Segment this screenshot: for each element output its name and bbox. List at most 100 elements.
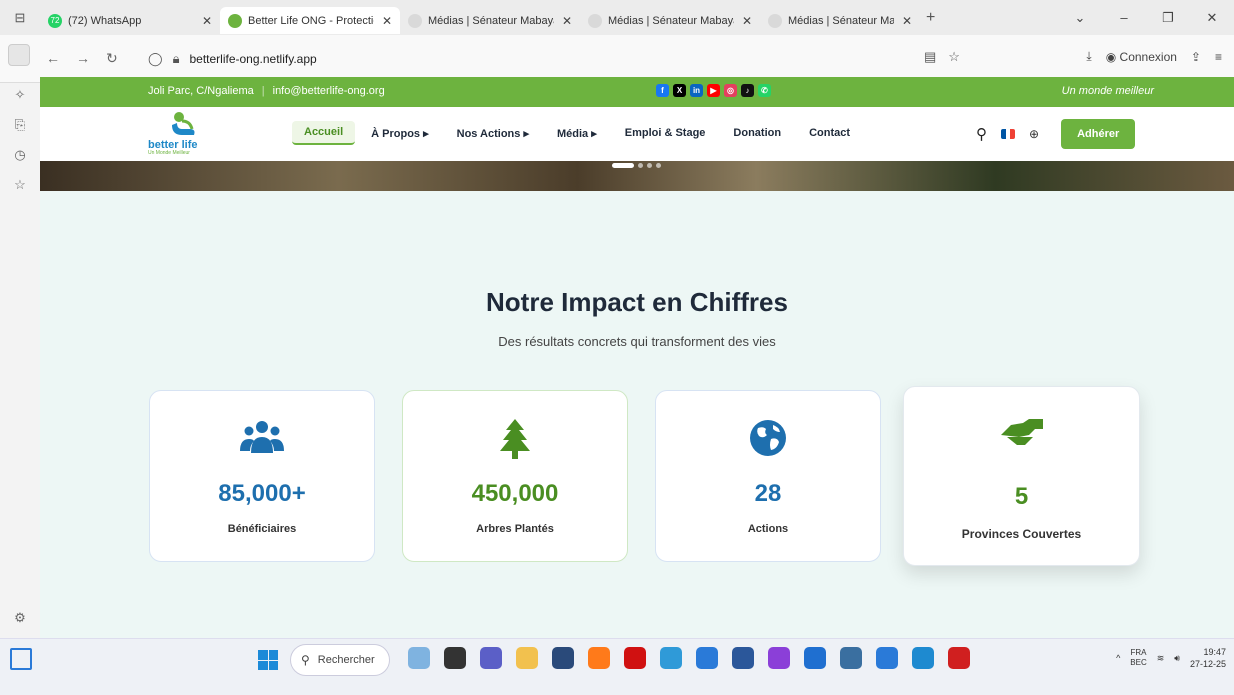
- whatsapp-icon[interactable]: ✆: [758, 84, 771, 97]
- calculator-app-icon[interactable]: [840, 647, 862, 669]
- slider-dots: [612, 163, 661, 168]
- edge-app-icon[interactable]: [804, 647, 826, 669]
- file-explorer-icon[interactable]: [516, 647, 538, 669]
- slider-dot[interactable]: [612, 163, 634, 168]
- app-menu-icon[interactable]: ≡: [1215, 50, 1222, 64]
- nav-contact[interactable]: Contact: [809, 122, 850, 144]
- linkedin-icon[interactable]: in: [690, 84, 703, 97]
- new-tab-icon[interactable]: +: [926, 9, 935, 27]
- tab-medias-2[interactable]: Médias | Sénateur Mabaya ✕: [580, 7, 760, 34]
- opera-app-icon[interactable]: [624, 647, 646, 669]
- close-tab-icon[interactable]: ✕: [382, 14, 392, 28]
- contact-info: Joli Parc, C/Ngaliema | info@betterlife-…: [148, 85, 385, 97]
- app-icon[interactable]: [912, 647, 934, 669]
- stat-card-provinces: 5 Provinces Couvertes: [903, 386, 1140, 566]
- tab-medias-1[interactable]: Médias | Sénateur Mabaya ✕: [400, 7, 580, 34]
- clock[interactable]: 19:47 27-12-25: [1190, 646, 1226, 670]
- site-logo[interactable]: better life Un Monde Meilleur: [148, 111, 218, 157]
- language-globe-icon[interactable]: ⊕: [1029, 127, 1039, 141]
- settings-icon[interactable]: ⚙: [14, 610, 26, 626]
- input-language[interactable]: FRA BEC: [1130, 648, 1146, 668]
- tab-whatsapp[interactable]: 72 (72) WhatsApp ✕: [40, 7, 220, 34]
- volume-icon[interactable]: 🔊︎: [1174, 653, 1180, 664]
- nav-a-propos[interactable]: À Propos ▸: [371, 122, 428, 145]
- adherer-button[interactable]: Adhérer: [1061, 119, 1136, 149]
- copilot-app-icon[interactable]: [408, 647, 430, 669]
- forward-icon[interactable]: →: [76, 50, 90, 67]
- url-bar[interactable]: ◯ 🔒︎ betterlife-ong.netlify.app: [148, 46, 968, 72]
- social-links: f X in ▶ ◎ ♪ ✆: [656, 84, 771, 97]
- tab-title: Better Life ONG - Protection de: [248, 14, 374, 27]
- close-tab-icon[interactable]: ✕: [902, 14, 912, 28]
- tab-better-life[interactable]: Better Life ONG - Protection de ✕: [220, 7, 400, 34]
- main-menu: Accueil À Propos ▸ Nos Actions ▸ Média ▸…: [292, 121, 878, 145]
- firefox-app-icon[interactable]: [588, 647, 610, 669]
- tab-list-icon[interactable]: ⊟: [0, 0, 40, 35]
- store-app-icon[interactable]: [552, 647, 574, 669]
- nav-donation[interactable]: Donation: [733, 122, 781, 144]
- app-icon[interactable]: [768, 647, 790, 669]
- slider-dot[interactable]: [647, 163, 652, 168]
- browser-tab-strip: ⊟ 72 (72) WhatsApp ✕ Better Life ONG - P…: [0, 0, 1234, 35]
- url-text[interactable]: betterlife-ong.netlify.app: [189, 52, 316, 66]
- slider-dot[interactable]: [638, 163, 643, 168]
- synced-tabs-icon[interactable]: ⎘: [15, 117, 25, 133]
- task-view-icon[interactable]: [444, 647, 466, 669]
- tiktok-icon[interactable]: ♪: [741, 84, 754, 97]
- downloads-icon[interactable]: ⤓: [1086, 49, 1091, 64]
- search-icon[interactable]: ⚲: [976, 125, 987, 143]
- back-icon[interactable]: ←: [46, 50, 60, 67]
- stat-value: 28: [754, 480, 782, 507]
- wifi-icon[interactable]: ≋: [1157, 653, 1165, 664]
- nav-accueil[interactable]: Accueil: [292, 121, 356, 145]
- slider-dot[interactable]: [656, 163, 661, 168]
- app-icon[interactable]: [660, 647, 682, 669]
- close-window-icon[interactable]: ✕: [1190, 10, 1234, 26]
- vscode-app-icon[interactable]: [696, 647, 718, 669]
- browser-sidebar: ✧ ⎘ ◷ ☆ ⚙: [0, 83, 40, 638]
- screen: ⊟ 72 (72) WhatsApp ✕ Better Life ONG - P…: [0, 0, 1234, 695]
- nav-media[interactable]: Média ▸: [557, 122, 597, 145]
- hero-slider: [40, 161, 1234, 191]
- account-button[interactable]: ◉ Connexion: [1106, 50, 1177, 64]
- bookmark-star-icon[interactable]: ☆: [948, 49, 960, 65]
- history-icon[interactable]: ◷: [14, 147, 25, 163]
- tab-medias-3[interactable]: Médias | Sénateur Mabaya ✕: [760, 7, 920, 34]
- impact-section: Notre Impact en Chiffres Des résultats c…: [40, 191, 1234, 638]
- youtube-icon[interactable]: ▶: [707, 84, 720, 97]
- reader-view-icon[interactable]: ▤: [924, 49, 936, 65]
- share-icon[interactable]: ⇪: [1191, 50, 1201, 64]
- clock-date: 27-12-25: [1189, 659, 1226, 669]
- nav-emploi-stage[interactable]: Emploi & Stage: [625, 122, 706, 144]
- tab-title: (72) WhatsApp: [68, 14, 142, 27]
- tray-chevron-icon[interactable]: ^: [1116, 653, 1120, 663]
- app-icon[interactable]: [876, 647, 898, 669]
- sidebar-toggle-icon[interactable]: [8, 44, 30, 66]
- instagram-icon[interactable]: ◎: [724, 84, 737, 97]
- page-favicon-icon: [588, 13, 602, 28]
- better-life-favicon-icon: [228, 13, 242, 28]
- word-app-icon[interactable]: [732, 647, 754, 669]
- facebook-icon[interactable]: f: [656, 84, 669, 97]
- restore-icon[interactable]: ❐: [1146, 10, 1190, 26]
- reload-icon[interactable]: ↻: [106, 50, 118, 67]
- nav-nos-actions[interactable]: Nos Actions ▸: [457, 122, 529, 145]
- tab-title: Médias | Sénateur Mabaya: [428, 14, 554, 27]
- teams-app-icon[interactable]: [480, 647, 502, 669]
- minimize-icon[interactable]: –: [1102, 10, 1146, 25]
- close-tab-icon[interactable]: ✕: [562, 14, 572, 28]
- close-tab-icon[interactable]: ✕: [742, 14, 752, 28]
- acrobat-app-icon[interactable]: [948, 647, 970, 669]
- email-link[interactable]: info@betterlife-ong.org: [273, 85, 385, 97]
- shield-icon[interactable]: ◯: [148, 51, 163, 67]
- french-flag-icon[interactable]: [1001, 129, 1015, 139]
- tab-overflow-chevron-icon[interactable]: ⌄: [1058, 10, 1102, 26]
- close-tab-icon[interactable]: ✕: [202, 14, 212, 28]
- widgets-icon[interactable]: [10, 648, 32, 670]
- lock-icon[interactable]: 🔒︎: [173, 51, 180, 67]
- ai-chat-icon[interactable]: ✧: [15, 87, 26, 103]
- taskbar-search[interactable]: ⚲ Rechercher: [290, 644, 390, 676]
- bookmarks-icon[interactable]: ☆: [14, 177, 26, 193]
- x-icon[interactable]: X: [673, 84, 686, 97]
- windows-start-icon[interactable]: [258, 650, 278, 670]
